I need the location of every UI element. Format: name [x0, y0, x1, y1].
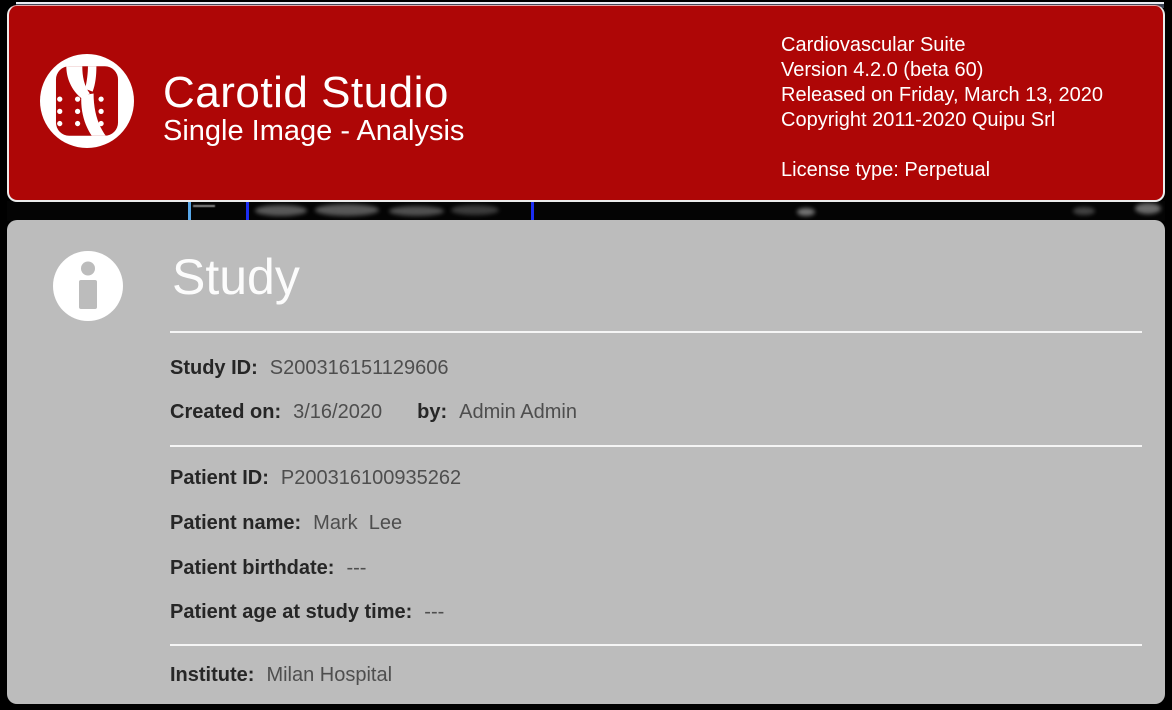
patient-birthdate-row: Patient birthdate: ---: [170, 557, 366, 580]
carotid-studio-logo-icon: [40, 54, 134, 148]
created-by-value: Admin Admin: [459, 401, 577, 424]
version-line: Version 4.2.0 (beta 60): [781, 58, 1103, 83]
created-on-label: Created on:: [170, 401, 281, 424]
study-id-row: Study ID: S200316151129606: [170, 357, 448, 380]
app-title: Carotid Studio: [163, 68, 449, 118]
ultrasound-noise: [315, 204, 379, 216]
about-info: Cardiovascular Suite Version 4.2.0 (beta…: [781, 33, 1103, 183]
ultrasound-caliper-dash: [193, 205, 215, 207]
license-line: License type: Perpetual: [781, 158, 1103, 183]
institute-label: Institute:: [170, 664, 254, 687]
ultrasound-marker-line: [531, 201, 534, 221]
patient-name-value: Mark Lee: [313, 512, 402, 535]
separator: [170, 644, 1142, 646]
study-id-value: S200316151129606: [270, 357, 449, 380]
patient-id-label: Patient ID:: [170, 467, 269, 490]
ultrasound-noise: [1073, 207, 1095, 215]
screen: Carotid Studio Single Image - Analysis C…: [0, 0, 1172, 710]
info-icon: [53, 251, 123, 321]
patient-age-label: Patient age at study time:: [170, 601, 412, 624]
patient-name-label: Patient name:: [170, 512, 301, 535]
patient-id-row: Patient ID: P200316100935262: [170, 467, 461, 490]
app-subtitle: Single Image - Analysis: [163, 115, 464, 148]
study-info-panel: Study Study ID: S200316151129606 Created…: [7, 220, 1165, 704]
created-on-value: 3/16/2020: [293, 401, 382, 424]
ultrasound-noise: [451, 205, 499, 215]
patient-birthdate-label: Patient birthdate:: [170, 557, 334, 580]
suite-name: Cardiovascular Suite: [781, 33, 1103, 58]
ultrasound-noise: [389, 206, 444, 216]
ultrasound-noise: [797, 208, 815, 216]
patient-name-row: Patient name: Mark Lee: [170, 512, 402, 535]
patient-id-value: P200316100935262: [281, 467, 461, 490]
copyright-line: Copyright 2011-2020 Quipu Srl: [781, 108, 1103, 133]
separator: [170, 445, 1142, 447]
institute-value: Milan Hospital: [266, 664, 392, 687]
study-id-label: Study ID:: [170, 357, 258, 380]
ultrasound-noise: [255, 205, 307, 216]
splash-header-panel: Carotid Studio Single Image - Analysis C…: [7, 5, 1165, 202]
separator: [170, 331, 1142, 333]
patient-birthdate-value: ---: [346, 557, 366, 580]
release-line: Released on Friday, March 13, 2020: [781, 83, 1103, 108]
ultrasound-noise: [1135, 203, 1161, 214]
created-by-label: by:: [417, 401, 447, 424]
about-spacer: [781, 133, 1103, 158]
ultrasound-marker-line: [188, 201, 191, 221]
patient-age-row: Patient age at study time: ---: [170, 601, 444, 624]
patient-age-value: ---: [424, 601, 444, 624]
panel-title: Study: [172, 248, 300, 306]
created-on-row: Created on: 3/16/2020 by: Admin Admin: [170, 401, 577, 424]
ultrasound-strip: [7, 201, 1165, 221]
institute-row: Institute: Milan Hospital: [170, 664, 392, 687]
ultrasound-marker-line: [246, 201, 249, 221]
